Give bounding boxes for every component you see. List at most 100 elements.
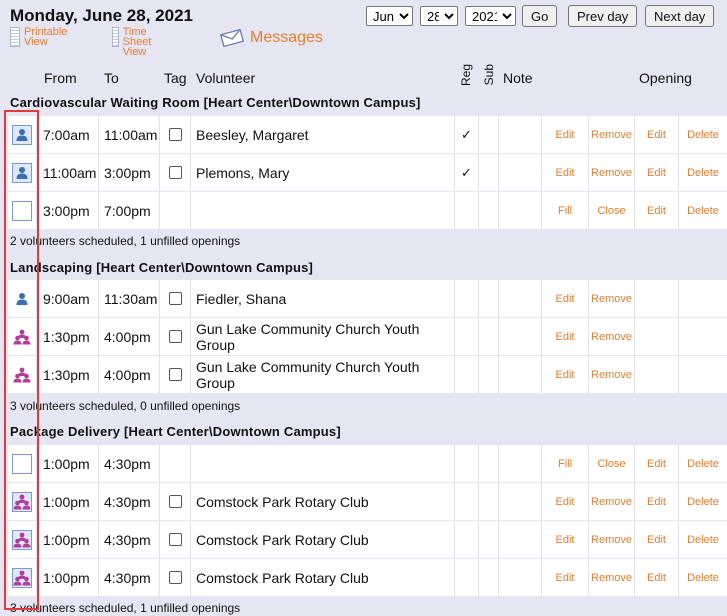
opening-edit-link[interactable]: Edit [647, 205, 666, 217]
volunteer-action-link[interactable]: Edit [556, 496, 575, 508]
tag-checkbox[interactable] [168, 368, 182, 381]
opening-edit-link[interactable]: Edit [647, 496, 666, 508]
action-cell: Edit [635, 192, 679, 229]
volunteer-cell [191, 192, 455, 229]
note-cell [499, 356, 542, 393]
action-cell: Edit [635, 116, 679, 153]
month-select[interactable]: Jun [366, 6, 413, 26]
tag-cell [160, 192, 191, 229]
volunteer-action-link[interactable]: Edit [556, 293, 575, 305]
person-icon[interactable] [12, 162, 32, 183]
action-cell: Edit [635, 483, 679, 520]
day-select[interactable]: 28 [420, 6, 458, 26]
group-icon[interactable] [12, 491, 32, 512]
to-cell: 11:30am [99, 280, 160, 317]
prev-day-button[interactable]: Prev day [568, 5, 638, 27]
volunteer-action-link-2[interactable]: Close [597, 458, 625, 470]
opening-delete-link[interactable]: Delete [687, 205, 719, 217]
empty-slot-icon[interactable] [12, 200, 32, 221]
time-sheet-view-link[interactable]: Time Sheet View [112, 27, 155, 58]
reg-cell: ✓ [455, 154, 479, 191]
action-cell: Edit [635, 154, 679, 191]
opening-delete-link[interactable]: Delete [687, 458, 719, 470]
volunteer-cell: Comstock Park Rotary Club [191, 483, 455, 520]
messages-link[interactable]: Messages [220, 29, 323, 47]
volunteer-cell: Comstock Park Rotary Club [191, 521, 455, 558]
group-icon[interactable] [12, 529, 32, 550]
opening-edit-link[interactable]: Edit [647, 534, 666, 546]
opening-edit-link[interactable]: Edit [647, 458, 666, 470]
printable-view-link[interactable]: Printable View [10, 27, 67, 48]
note-cell [499, 280, 542, 317]
opening-edit-link[interactable]: Edit [647, 167, 666, 179]
opening-delete-link[interactable]: Delete [687, 534, 719, 546]
status-cell [8, 356, 37, 393]
opening-delete-link[interactable]: Delete [687, 572, 719, 584]
from-cell: 7:00am [37, 116, 99, 153]
volunteer-action-link-2[interactable]: Remove [591, 293, 632, 305]
tag-checkbox[interactable] [168, 128, 182, 141]
volunteer-action-link-2[interactable]: Remove [591, 496, 632, 508]
from-cell: 1:00pm [37, 559, 99, 596]
section-summary: 3 volunteers scheduled, 1 unfilled openi… [10, 601, 241, 615]
table-row: 7:00am 11:00am Beesley, Margaret ✓ Edit Remov… [8, 116, 727, 153]
action-cell: Remove [589, 559, 635, 596]
person-icon[interactable] [12, 289, 32, 309]
volunteer-action-link[interactable]: Edit [556, 331, 575, 343]
action-cell: Edit [542, 154, 589, 191]
volunteer-action-link[interactable]: Edit [556, 572, 575, 584]
from-cell: 1:30pm [37, 356, 99, 393]
volunteer-action-link-2[interactable]: Remove [591, 331, 632, 343]
volunteer-action-link-2[interactable]: Remove [591, 167, 632, 179]
volunteer-cell: Beesley, Margaret [191, 116, 455, 153]
volunteer-action-link-2[interactable]: Remove [591, 129, 632, 141]
reg-cell [455, 356, 479, 393]
volunteer-cell: Gun Lake Community Church Youth Group [191, 318, 455, 355]
group-icon[interactable] [12, 567, 32, 588]
go-button[interactable]: Go [522, 5, 558, 27]
action-cell [679, 280, 727, 317]
volunteer-action-link[interactable]: Edit [556, 129, 575, 141]
to-cell: 7:00pm [99, 192, 160, 229]
tag-checkbox[interactable] [168, 330, 182, 343]
timesheet-view-label: View [122, 46, 147, 58]
person-icon[interactable] [12, 124, 32, 145]
volunteer-action-link[interactable]: Fill [558, 458, 572, 470]
tag-checkbox[interactable] [168, 166, 182, 179]
volunteer-action-link-2[interactable]: Remove [591, 369, 632, 381]
opening-delete-link[interactable]: Delete [687, 496, 719, 508]
opening-edit-link[interactable]: Edit [647, 129, 666, 141]
volunteer-action-link[interactable]: Edit [556, 167, 575, 179]
sub-cell [479, 483, 499, 520]
volunteer-action-link-2[interactable]: Close [597, 205, 625, 217]
volunteer-action-link-2[interactable]: Remove [591, 572, 632, 584]
group-icon[interactable] [12, 365, 32, 385]
sub-cell [479, 356, 499, 393]
tag-checkbox[interactable] [168, 292, 182, 305]
reg-cell [455, 559, 479, 596]
opening-delete-link[interactable]: Delete [687, 129, 719, 141]
action-cell: Fill [542, 192, 589, 229]
volunteer-action-link[interactable]: Fill [558, 205, 572, 217]
opening-delete-link[interactable]: Delete [687, 167, 719, 179]
volunteer-action-link-2[interactable]: Remove [591, 534, 632, 546]
opening-edit-link[interactable]: Edit [647, 572, 666, 584]
tag-checkbox[interactable] [168, 495, 182, 508]
reg-cell [455, 280, 479, 317]
action-cell: Edit [542, 483, 589, 520]
reg-cell [455, 192, 479, 229]
group-icon[interactable] [12, 327, 32, 347]
volunteer-cell: Plemons, Mary [191, 154, 455, 191]
tag-checkbox[interactable] [168, 571, 182, 584]
action-cell: Delete [679, 483, 727, 520]
empty-slot-icon[interactable] [12, 453, 32, 474]
year-select[interactable]: 2021 [465, 6, 516, 26]
sub-cell [479, 318, 499, 355]
volunteer-action-link[interactable]: Edit [556, 534, 575, 546]
tag-checkbox[interactable] [168, 533, 182, 546]
next-day-button[interactable]: Next day [645, 5, 715, 27]
volunteer-action-link[interactable]: Edit [556, 369, 575, 381]
action-cell: Delete [679, 116, 727, 153]
action-cell: Fill [542, 445, 589, 482]
table-row: 1:00pm 4:30pm Comstock Park Rotary Club Edi… [8, 483, 727, 520]
